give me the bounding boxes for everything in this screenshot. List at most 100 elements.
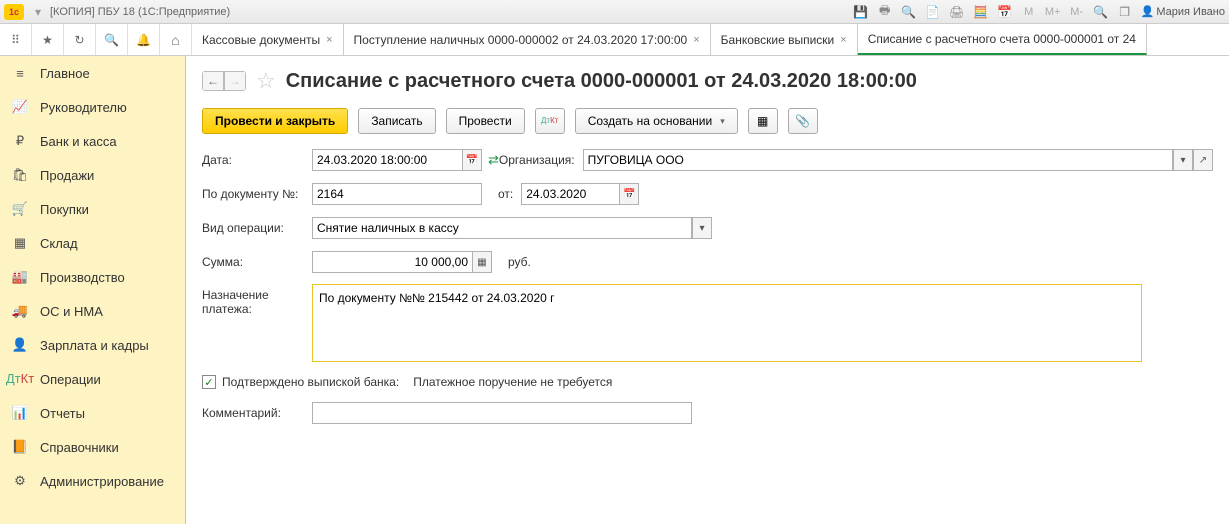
sidebar-item-admin[interactable]: ⚙ Администрирование [0, 464, 185, 498]
org-input[interactable] [583, 149, 1173, 171]
from-label: от: [498, 187, 513, 201]
search-icon[interactable]: 🔍 [901, 4, 917, 20]
tab-postuplenie[interactable]: Поступление наличных 0000-000002 от 24.0… [344, 24, 711, 55]
history-button[interactable]: ↻ [64, 24, 96, 55]
attach-button[interactable]: 📎 [788, 108, 818, 134]
sidebar-item-label: Банк и касса [40, 134, 117, 149]
op-type-select[interactable] [312, 217, 692, 239]
sidebar-item-main[interactable]: ≡ Главное [0, 56, 185, 90]
op-type-label: Вид операции: [202, 221, 312, 235]
calendar-picker-icon[interactable]: 📅 [619, 183, 639, 205]
apps-button[interactable]: ⠿ [0, 24, 32, 55]
sidebar-item-production[interactable]: 🏭Производство [0, 260, 185, 294]
tab-spisanie[interactable]: Списание с расчетного счета 0000-000001 … [858, 24, 1147, 55]
calc-icon[interactable]: 🧮 [973, 4, 989, 20]
from-date-input[interactable] [521, 183, 619, 205]
purpose-textarea[interactable] [312, 284, 1142, 362]
sidebar-item-label: Администрирование [40, 474, 164, 489]
menu-icon: ≡ [12, 65, 28, 81]
date-input[interactable] [312, 149, 462, 171]
gear-icon: ⚙ [12, 473, 28, 489]
tab-label: Банковские выписки [721, 33, 835, 47]
sidebar-item-purchases[interactable]: 🛒Покупки [0, 192, 185, 226]
sidebar-item-label: Склад [40, 236, 78, 251]
window-title: [КОПИЯ] ПБУ 18 (1С:Предприятие) [50, 6, 853, 18]
app-logo: 1c [4, 4, 24, 20]
titlebar-dropdown[interactable]: ▾ [30, 4, 46, 20]
post-and-close-button[interactable]: Провести и закрыть [202, 108, 348, 134]
open-icon[interactable]: ↗ [1193, 149, 1213, 171]
nav-group: ← → [202, 71, 246, 91]
sidebar-item-sales[interactable]: 🛍 Продажи [0, 158, 185, 192]
favorite-star-icon[interactable]: ☆ [256, 68, 276, 94]
dtkt-icon: ДтКт [12, 371, 28, 387]
sidebar-item-bank[interactable]: ₽ Банк и касса [0, 124, 185, 158]
tab-bar: ⠿ ★ ↻ 🔍 🔔 ⌂ Кассовые документы × Поступл… [0, 24, 1229, 56]
date-label: Дата: [202, 153, 312, 167]
dropdown-icon[interactable]: ▾ [692, 217, 712, 239]
currency-label: руб. [508, 255, 531, 269]
post-button[interactable]: Провести [446, 108, 525, 134]
book-icon: 📙 [12, 439, 28, 455]
close-icon[interactable]: × [326, 34, 332, 46]
doc-num-input[interactable] [312, 183, 482, 205]
window-titlebar: 1c ▾ [КОПИЯ] ПБУ 18 (1С:Предприятие) 💾 🖶… [0, 0, 1229, 24]
doc-icon[interactable]: 📄 [925, 4, 941, 20]
sidebar-item-label: Справочники [40, 440, 119, 455]
print2-icon[interactable]: 🖨 [949, 4, 965, 20]
dropdown-icon[interactable]: ▾ [1173, 149, 1193, 171]
comment-input[interactable] [312, 402, 692, 424]
close-icon[interactable]: × [840, 34, 846, 46]
m-minus-button[interactable]: M- [1069, 4, 1085, 20]
create-based-button[interactable]: Создать на основании [575, 108, 738, 134]
sidebar-item-label: Продажи [40, 168, 94, 183]
calc-icon[interactable]: ▦ [472, 251, 492, 273]
print-icon[interactable]: 🖶 [877, 4, 893, 20]
toolbar: Провести и закрыть Записать Провести ДтК… [202, 108, 1213, 134]
refresh-icon[interactable]: ⇄ [488, 152, 499, 168]
tab-kassa[interactable]: Кассовые документы × [192, 24, 344, 55]
comment-label: Комментарий: [202, 406, 312, 420]
sidebar: ≡ Главное 📈Руководителю ₽ Банк и касса 🛍 Пр… [0, 56, 186, 524]
tab-label: Кассовые документы [202, 33, 320, 47]
close-icon[interactable]: × [693, 34, 699, 46]
save-disk-icon[interactable]: 💾 [853, 4, 869, 20]
sidebar-item-label: Отчеты [40, 406, 85, 421]
ruble-icon: ₽ [12, 133, 28, 149]
sidebar-item-label: ОС и НМА [40, 304, 103, 319]
confirmed-label: Подтверждено выпиской банка: [222, 375, 399, 389]
gift-icon: 🛍 [12, 167, 28, 183]
m-button[interactable]: M [1021, 4, 1037, 20]
sidebar-item-operations[interactable]: ДтКтОперации [0, 362, 185, 396]
dtkt-button[interactable]: ДтКт [535, 108, 565, 134]
sum-input[interactable] [312, 251, 472, 273]
calendar-icon[interactable]: 📅 [997, 4, 1013, 20]
notifications-button[interactable]: 🔔 [128, 24, 160, 55]
sidebar-item-reports[interactable]: 📊Отчеты [0, 396, 185, 430]
chart-icon: 📈 [12, 99, 28, 115]
sidebar-item-salary[interactable]: 👤Зарплата и кадры [0, 328, 185, 362]
zoom-icon[interactable]: 🔍 [1093, 4, 1109, 20]
m-plus-button[interactable]: M+ [1045, 4, 1061, 20]
current-user[interactable]: 👤Мария Ивано [1141, 5, 1225, 18]
sidebar-item-catalogs[interactable]: 📙 Справочники [0, 430, 185, 464]
truck-icon: 🚚 [12, 303, 28, 319]
calendar-picker-icon[interactable]: 📅 [462, 149, 482, 171]
forward-button[interactable]: → [224, 71, 246, 91]
favorites-button[interactable]: ★ [32, 24, 64, 55]
sidebar-item-manager[interactable]: 📈Руководителю [0, 90, 185, 124]
tab-bank[interactable]: Банковские выписки × [711, 24, 858, 55]
confirmed-checkbox[interactable]: ✓ [202, 375, 216, 389]
sidebar-item-label: Главное [40, 66, 90, 81]
register-button[interactable]: ▦ [748, 108, 778, 134]
sidebar-item-warehouse[interactable]: ▦Склад [0, 226, 185, 260]
pay-order-info: Платежное поручение не требуется [413, 375, 612, 389]
search-button[interactable]: 🔍 [96, 24, 128, 55]
window-icon[interactable]: ❐ [1117, 4, 1133, 20]
sidebar-item-label: Зарплата и кадры [40, 338, 149, 353]
back-button[interactable]: ← [202, 71, 224, 91]
purpose-label: Назначение платежа: [202, 284, 312, 316]
sidebar-item-assets[interactable]: 🚚 ОС и НМА [0, 294, 185, 328]
save-button[interactable]: Записать [358, 108, 435, 134]
home-tab[interactable]: ⌂ [160, 24, 192, 55]
